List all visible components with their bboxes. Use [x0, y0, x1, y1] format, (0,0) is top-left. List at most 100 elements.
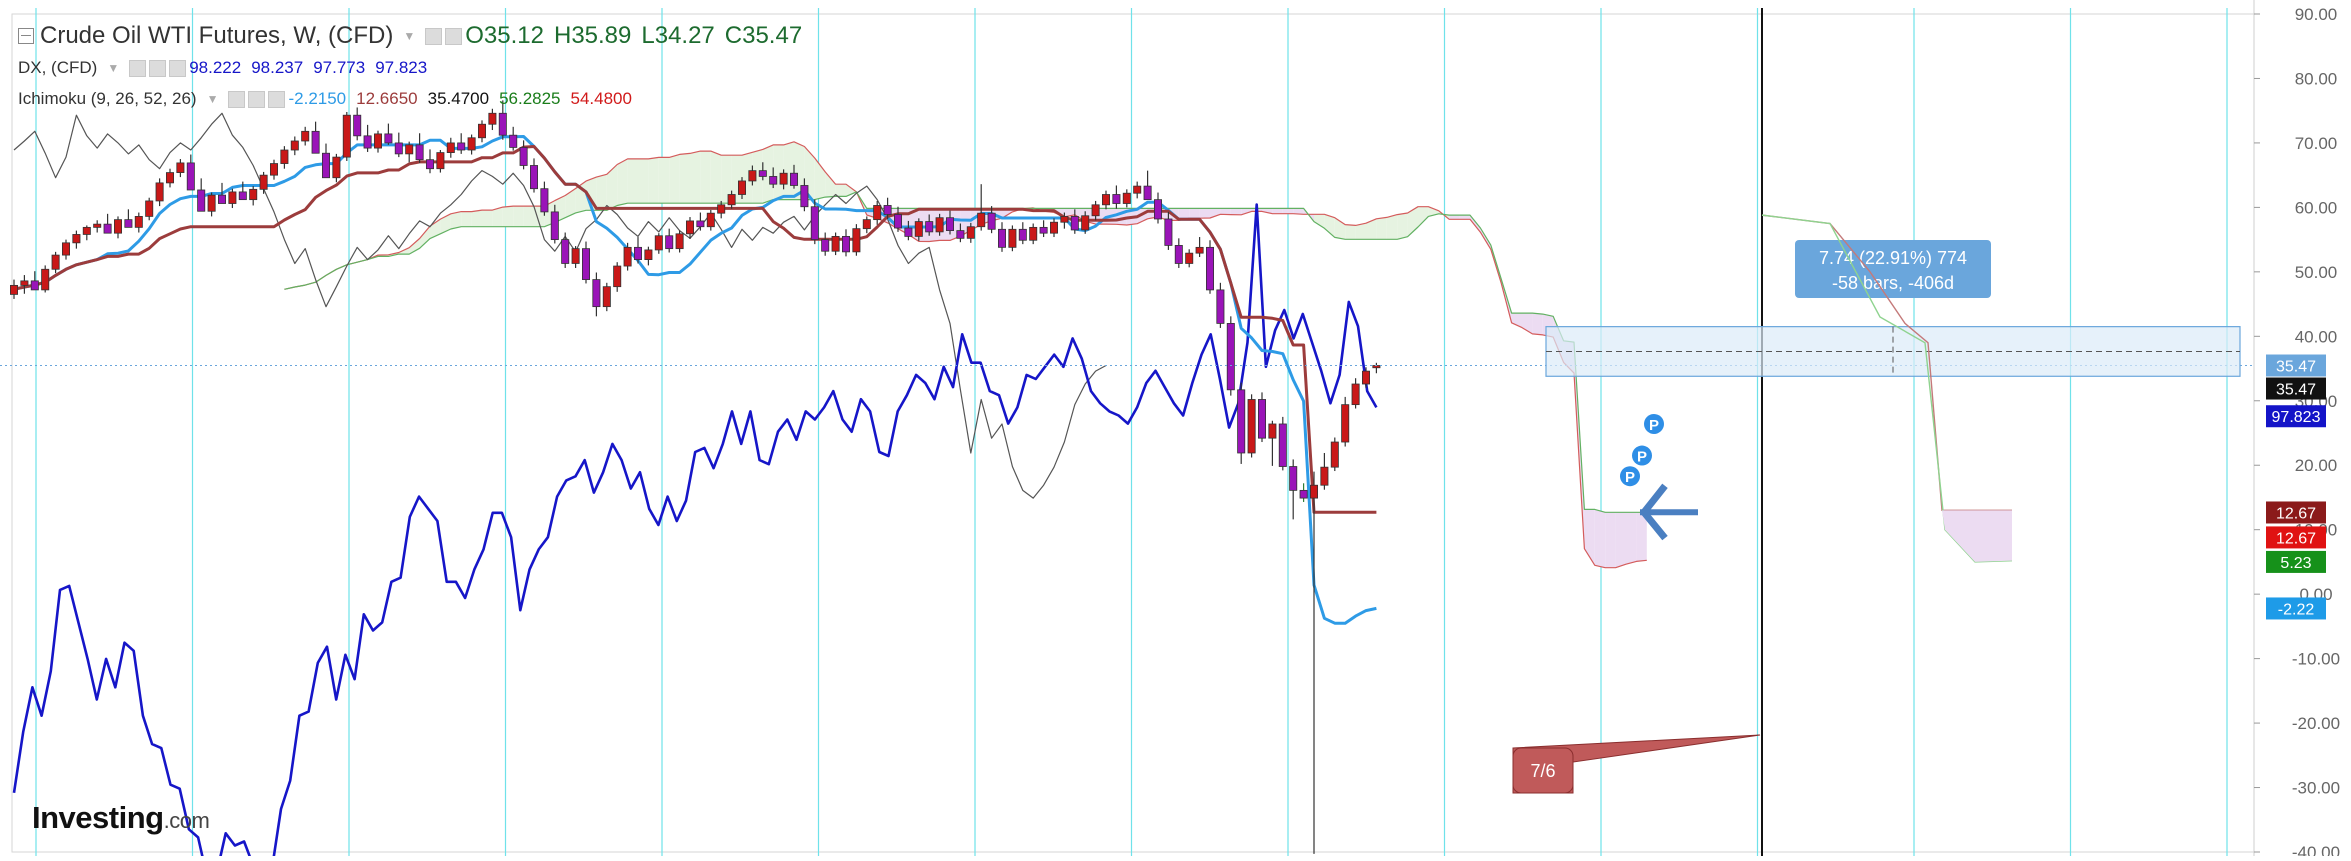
ichimoku-cloud: [1386, 214, 1398, 240]
ichimoku-cloud: [1189, 208, 1200, 219]
senkou-span-a-line: [284, 141, 1647, 569]
candle-body: [769, 176, 778, 185]
candle-body: [852, 228, 861, 253]
candle-body: [498, 112, 507, 136]
candle-body: [62, 242, 71, 256]
price-badge-label: 35.47: [2276, 382, 2316, 399]
candle-body: [217, 194, 226, 204]
candle-body: [956, 230, 965, 239]
candle-body: [696, 220, 705, 228]
ichimoku-cloud: [1314, 214, 1325, 229]
candle-body: [280, 149, 289, 164]
price-badge-label: 35.47: [2276, 359, 2316, 376]
measure-label-bars: -58 bars, -406d: [1832, 273, 1954, 293]
price-badge-label: 97.823: [2272, 409, 2321, 426]
y-tick-label: 90.00: [2295, 5, 2338, 24]
eye-icon[interactable]: [228, 90, 246, 108]
candle-body: [20, 280, 29, 286]
candle-body: [93, 223, 102, 228]
settings-icon[interactable]: [149, 59, 167, 77]
close-icon[interactable]: [169, 59, 187, 77]
dx-name[interactable]: DX, (CFD): [18, 58, 97, 78]
ichimoku-cloud: [1199, 208, 1210, 219]
y-tick-label: 70.00: [2295, 134, 2338, 153]
candle-body: [509, 134, 518, 148]
candle-body: [675, 233, 684, 250]
candle-body: [467, 137, 476, 151]
candle-body: [519, 147, 528, 166]
ichimoku-cloud: [1626, 512, 1637, 565]
candle-body: [987, 212, 996, 230]
price-badge-label: 12.67: [2276, 505, 2316, 522]
candle-body: [1154, 199, 1163, 220]
candle-body: [457, 142, 466, 151]
candle-body: [249, 188, 258, 201]
candle-body: [831, 235, 840, 252]
ohlc-open: O35.12: [465, 22, 544, 49]
ichimoku-cloud: [648, 157, 659, 204]
candle-body: [1226, 323, 1235, 391]
candle-body: [1195, 246, 1204, 254]
ichimoku-cloud: [450, 211, 462, 229]
candle-body: [810, 206, 819, 241]
candle-body: [1008, 228, 1017, 248]
ichimoku-cloud: [825, 171, 836, 198]
candle-body: [862, 219, 871, 230]
candle-body: [82, 226, 91, 235]
candle-body: [1206, 246, 1215, 291]
candle-body: [654, 235, 663, 251]
candle-body: [592, 279, 601, 308]
candle-body: [72, 234, 81, 244]
legend-ichimoku-row: Ichimoku (9, 26, 52, 26) ▼ -2.2150 12.66…: [18, 89, 642, 109]
candle-body: [311, 130, 320, 154]
eye-icon[interactable]: [425, 27, 443, 45]
candle-body: [1258, 399, 1267, 439]
candle-body: [717, 204, 726, 214]
collapse-icon[interactable]: [18, 28, 34, 44]
candle-body: [1018, 228, 1027, 241]
candle-body: [1299, 489, 1308, 499]
eye-icon[interactable]: [129, 59, 147, 77]
settings-icon[interactable]: [445, 27, 463, 45]
candle-body: [342, 114, 351, 158]
ichimoku-cloud: [835, 184, 846, 197]
dx-value-3: 97.773: [313, 58, 366, 77]
y-tick-label: -30.00: [2292, 779, 2340, 798]
candle-body: [124, 219, 133, 228]
candle-body: [748, 170, 757, 182]
candle-body: [1039, 226, 1048, 234]
candle-body: [1185, 252, 1194, 264]
chart-root[interactable]: 7.74 (22.91%) 774 -58 bars, -406d P P P 7/6 -4…: [0, 0, 2351, 861]
settings-icon[interactable]: [248, 90, 266, 108]
symbol-title[interactable]: Crude Oil WTI Futures, W, (CFD): [40, 22, 393, 50]
candle-body: [165, 172, 174, 184]
chevron-down-icon[interactable]: ▼: [107, 61, 119, 75]
ichimoku-cloud: [1272, 208, 1283, 214]
dx-value-1: 98.222: [189, 58, 242, 77]
candle-body: [686, 220, 695, 235]
candle-body: [477, 123, 486, 139]
y-tick-label: -20.00: [2292, 714, 2340, 733]
price-badge-label: -2.22: [2278, 601, 2315, 618]
candle-body: [1362, 370, 1371, 385]
candle-body: [530, 165, 539, 190]
chevron-down-icon[interactable]: ▼: [403, 29, 415, 43]
candle-body: [925, 221, 934, 233]
ichimoku-cloud: [1532, 313, 1543, 335]
price-chart[interactable]: 7.74 (22.91%) 774-58 bars, -406dPPP7/6-4…: [0, 0, 2351, 861]
ichimoku-cloud: [1345, 224, 1356, 240]
candle-body: [1237, 389, 1246, 454]
ichimoku-name[interactable]: Ichimoku (9, 26, 52, 26): [18, 89, 197, 109]
y-tick-label: 20.00: [2295, 456, 2338, 475]
candle-body: [446, 142, 455, 153]
candle-body: [800, 185, 809, 208]
ichimoku-cloud: [596, 174, 607, 211]
ichimoku-cloud: [710, 151, 722, 204]
candle-body: [1341, 404, 1350, 443]
candle-body: [582, 248, 591, 280]
ichimoku-cloud: [658, 157, 670, 204]
chevron-down-icon[interactable]: ▼: [207, 92, 219, 106]
candle-body: [238, 191, 247, 201]
candle-body: [873, 205, 882, 221]
close-icon[interactable]: [268, 90, 286, 108]
